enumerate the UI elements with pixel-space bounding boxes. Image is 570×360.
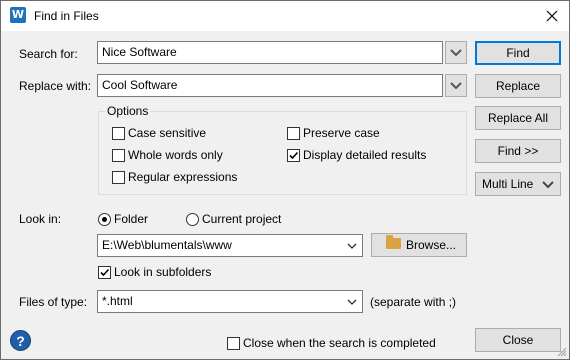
app-logo-icon: W: [10, 7, 26, 23]
options-group-label: Options: [105, 104, 151, 118]
detailed-results-checkbox[interactable]: [287, 149, 300, 162]
chevron-down-icon: [542, 181, 554, 189]
find-in-files-dialog: W Find in Files Search for: Nice Softwar…: [0, 0, 570, 360]
help-icon[interactable]: ?: [10, 330, 31, 351]
preserve-case-checkbox[interactable]: [287, 127, 300, 140]
multi-line-label: Multi Line: [482, 177, 534, 191]
folder-icon: [386, 235, 401, 249]
chevron-down-icon: [450, 82, 462, 90]
subfolders-label: Look in subfolders: [114, 265, 212, 279]
dialog-title: Find in Files: [34, 9, 99, 23]
preserve-case-label: Preserve case: [303, 126, 380, 140]
resize-grip-icon[interactable]: [557, 347, 567, 357]
whole-words-checkbox[interactable]: [112, 149, 125, 162]
case-sensitive-checkbox[interactable]: [112, 127, 125, 140]
case-sensitive-label: Case sensitive: [128, 126, 207, 140]
files-of-type-label: Files of type:: [19, 295, 88, 309]
subfolders-checkbox[interactable]: [98, 266, 111, 279]
replace-input[interactable]: Cool Software: [97, 74, 443, 97]
checkmark-icon: [289, 151, 299, 160]
current-project-label: Current project: [202, 212, 282, 226]
replace-history-dropdown[interactable]: [445, 74, 467, 97]
regex-checkbox[interactable]: [112, 171, 125, 184]
chevron-down-icon: [450, 49, 462, 57]
multi-line-button[interactable]: Multi Line: [475, 172, 561, 196]
chevron-down-icon: [347, 243, 357, 249]
folder-path-value: E:\Web\blumentals\www: [102, 238, 232, 252]
file-types-combo[interactable]: *.html: [97, 290, 363, 313]
close-window-icon[interactable]: [535, 1, 569, 31]
folder-radio-label: Folder: [114, 212, 149, 226]
find-button[interactable]: Find: [475, 41, 561, 65]
replace-with-label: Replace with:: [19, 79, 92, 93]
search-history-dropdown[interactable]: [445, 41, 467, 64]
regex-label: Regular expressions: [128, 170, 238, 184]
search-input[interactable]: Nice Software: [97, 41, 443, 64]
title-bar: W Find in Files: [1, 1, 569, 31]
whole-words-label: Whole words only: [128, 148, 223, 162]
file-types-value: *.html: [102, 294, 133, 308]
close-button[interactable]: Close: [475, 328, 561, 352]
find-more-button[interactable]: Find >>: [475, 139, 561, 163]
separator-hint: (separate with ;): [370, 295, 457, 309]
close-when-done-label: Close when the search is completed: [243, 336, 436, 350]
close-when-done-checkbox[interactable]: [227, 337, 240, 350]
chevron-down-icon: [347, 299, 357, 305]
detailed-results-label: Display detailed results: [303, 148, 427, 162]
checkmark-icon: [100, 268, 110, 277]
look-in-label: Look in:: [19, 212, 62, 226]
current-project-radio[interactable]: [186, 213, 199, 226]
search-for-label: Search for:: [19, 47, 78, 61]
replace-button[interactable]: Replace: [475, 74, 561, 98]
browse-label: Browse...: [405, 238, 456, 252]
folder-path-combo[interactable]: E:\Web\blumentals\www: [97, 234, 363, 257]
folder-radio[interactable]: [98, 213, 111, 226]
replace-all-button[interactable]: Replace All: [475, 106, 561, 130]
